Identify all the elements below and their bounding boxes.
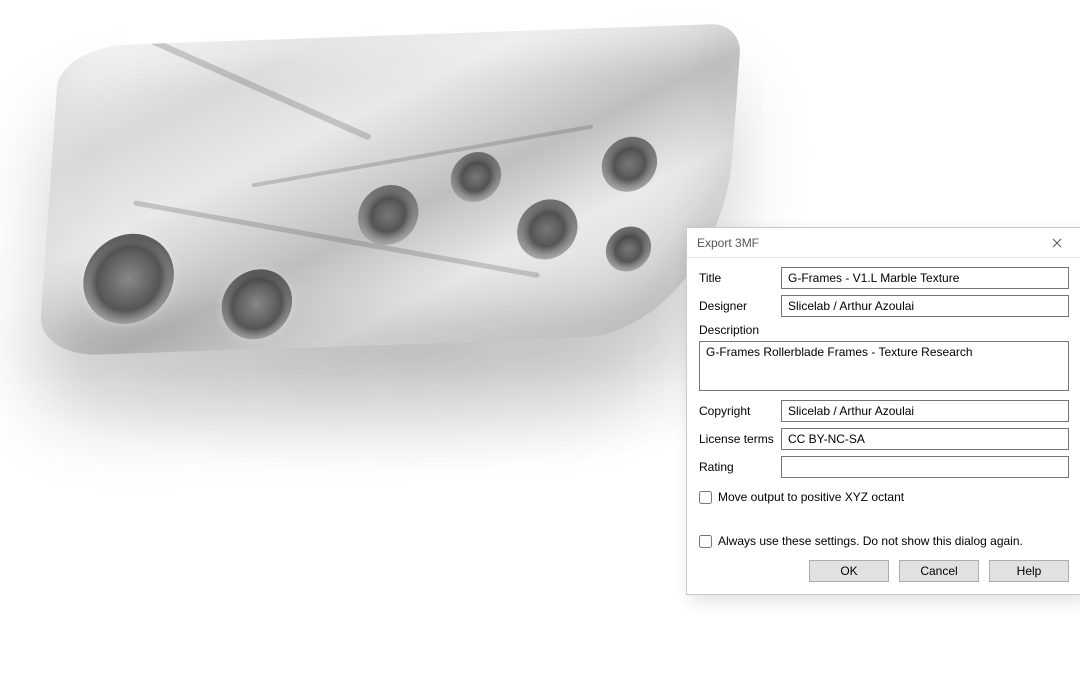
move-output-label: Move output to positive XYZ octant [718, 490, 904, 504]
description-label: Description [699, 323, 1069, 337]
move-output-checkbox[interactable] [699, 491, 712, 504]
copyright-input[interactable] [781, 400, 1069, 422]
dialog-form: Title Designer Description Copyright Lic… [687, 258, 1080, 594]
designer-label: Designer [699, 299, 781, 313]
copyright-label: Copyright [699, 404, 781, 418]
title-label: Title [699, 271, 781, 285]
description-input[interactable] [699, 341, 1069, 391]
rating-label: Rating [699, 460, 781, 474]
license-label: License terms [699, 432, 781, 446]
license-input[interactable] [781, 428, 1069, 450]
close-icon [1052, 238, 1062, 248]
rendered-3d-model [38, 23, 742, 357]
export-3mf-dialog: Export 3MF Title Designer Description Co… [686, 227, 1080, 595]
dialog-titlebar[interactable]: Export 3MF [687, 228, 1080, 258]
rating-input[interactable] [781, 456, 1069, 478]
help-button[interactable]: Help [989, 560, 1069, 582]
title-input[interactable] [781, 267, 1069, 289]
cancel-button[interactable]: Cancel [899, 560, 979, 582]
always-use-label: Always use these settings. Do not show t… [718, 534, 1023, 548]
designer-input[interactable] [781, 295, 1069, 317]
dialog-title: Export 3MF [697, 236, 1039, 250]
ok-button[interactable]: OK [809, 560, 889, 582]
close-button[interactable] [1039, 231, 1075, 255]
always-use-checkbox[interactable] [699, 535, 712, 548]
